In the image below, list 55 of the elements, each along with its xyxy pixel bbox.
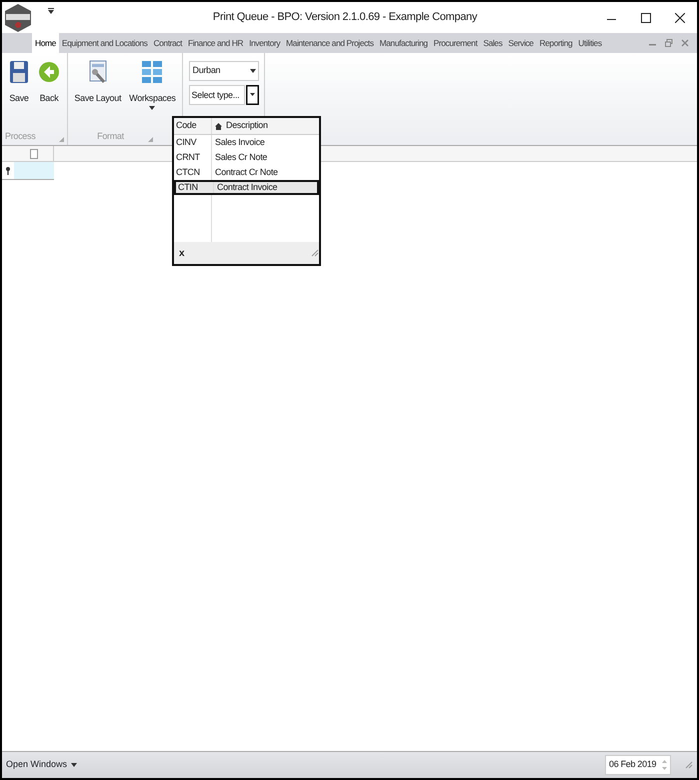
column-chooser-icon[interactable] <box>30 148 38 158</box>
ribbon-button[interactable]: Back <box>35 58 63 127</box>
close-icon[interactable] <box>674 12 685 22</box>
home-icon <box>215 122 222 130</box>
description-cell-text: Sales Cr Note <box>214 150 268 164</box>
ribbon-tab[interactable]: Service <box>505 34 536 52</box>
date-value: 06 Feb 2019 <box>609 758 656 772</box>
code-cell-text: CINV <box>176 136 196 149</box>
list-row[interactable]: CRNT Sales Cr Note <box>174 150 319 165</box>
column-header: Code <box>176 119 196 132</box>
ribbon-tab[interactable]: Equipment and Locations <box>58 34 150 52</box>
resize-grip-icon[interactable] <box>311 249 319 257</box>
branch-dropdown[interactable]: Durban <box>188 61 259 81</box>
dialog-launcher-icon[interactable] <box>59 137 64 142</box>
dialog-launcher-icon[interactable] <box>148 137 153 142</box>
group-label: Format <box>97 130 124 143</box>
layout-wrench-icon <box>86 60 109 84</box>
caret-icon <box>71 763 78 767</box>
ribbon-tab[interactable]: Finance and HR <box>184 34 246 52</box>
ribbon-tab[interactable]: Procurement <box>430 34 480 52</box>
list-row[interactable]: CINV Sales Invoice <box>174 135 319 150</box>
ribbon-tab[interactable]: Maintenance and Projects <box>283 34 377 52</box>
ribbon-tab[interactable]: Utilities <box>575 34 605 52</box>
open-windows-menu[interactable]: Open Windows <box>6 758 78 772</box>
ribbon-tab[interactable]: Inventory <box>246 34 284 52</box>
ribbon-tab[interactable]: Home <box>32 33 59 53</box>
ribbon-tab[interactable]: Manufacturing <box>376 34 431 52</box>
app-logo[interactable] <box>3 3 33 33</box>
spin-icon[interactable] <box>662 759 667 771</box>
code-cell-text: CTCN <box>176 166 200 179</box>
key-icon <box>5 167 11 175</box>
resize-grip-icon[interactable] <box>685 761 693 769</box>
window-title: Print Queue - BPO: Version 2.1.0.69 - Example Company <box>212 10 478 26</box>
group-label: Process <box>5 130 36 143</box>
date-field[interactable]: 06 Feb 2019 <box>605 755 671 775</box>
column-header: Description <box>226 119 268 132</box>
quick-access-dropdown-icon[interactable] <box>47 6 55 14</box>
list-row[interactable]: CTIN Contract Invoice <box>174 180 319 195</box>
code-cell-text: CRNT <box>176 150 200 164</box>
dropdown-button-icon[interactable] <box>246 85 259 105</box>
ribbon-button[interactable]: Save Layout <box>71 58 124 127</box>
description-cell-text: Sales Invoice <box>214 136 265 149</box>
ribbon-tab[interactable]: Sales <box>480 34 506 52</box>
description-cell-text: Contract Cr Note <box>214 166 278 179</box>
new-row-cell[interactable] <box>14 162 54 179</box>
code-cell-text: CTIN <box>178 180 198 194</box>
clear-button[interactable]: x <box>179 246 184 260</box>
maximize-icon[interactable] <box>640 12 651 22</box>
restore-icon[interactable] <box>665 39 673 47</box>
caret-icon <box>248 68 258 74</box>
ribbon-tab[interactable]: Reporting <box>536 34 576 52</box>
ribbon-button[interactable]: Save <box>5 58 33 127</box>
description-cell-text: Contract Invoice <box>216 180 278 194</box>
grid-tiles-icon <box>141 60 164 84</box>
ribbon-tab[interactable]: Contract <box>150 34 185 52</box>
